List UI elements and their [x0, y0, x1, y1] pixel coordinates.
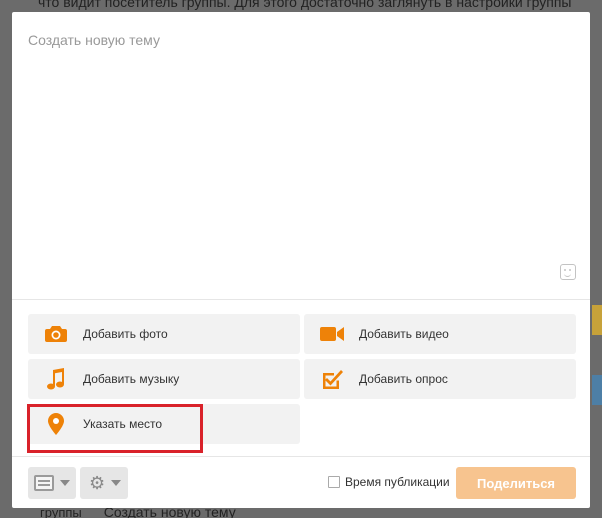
add-poll-label: Добавить опрос — [359, 372, 448, 386]
create-topic-modal: Создать новую тему Добавить фото Добавит… — [12, 12, 590, 508]
settings-dropdown[interactable]: ⚙ — [80, 467, 128, 499]
add-video-label: Добавить видео — [359, 327, 449, 341]
background-image-strip — [592, 375, 602, 405]
keyboard-icon — [34, 475, 54, 491]
add-poll-button[interactable]: Добавить опрос — [304, 359, 576, 399]
add-location-button[interactable]: Указать место — [28, 404, 300, 444]
smile-icon[interactable] — [560, 264, 576, 280]
chevron-down-icon — [111, 480, 122, 486]
poll-checkbox-icon — [320, 367, 344, 391]
add-music-button[interactable]: Добавить музыку — [28, 359, 300, 399]
music-note-icon — [44, 367, 68, 391]
camera-icon — [44, 322, 68, 346]
publish-time-toggle[interactable]: Время публикации — [328, 475, 450, 489]
video-camera-icon — [320, 322, 344, 346]
add-photo-button[interactable]: Добавить фото — [28, 314, 300, 354]
gear-icon: ⚙ — [89, 473, 106, 493]
text-format-dropdown[interactable] — [28, 467, 76, 499]
add-video-button[interactable]: Добавить видео — [304, 314, 576, 354]
publish-time-label: Время публикации — [345, 475, 450, 489]
topic-placeholder: Создать новую тему — [28, 32, 160, 48]
add-location-label: Указать место — [83, 417, 163, 431]
publish-time-checkbox[interactable] — [328, 476, 340, 488]
share-button[interactable]: Поделиться — [456, 467, 576, 499]
add-music-label: Добавить музыку — [83, 372, 180, 386]
map-pin-icon — [44, 412, 68, 436]
chevron-down-icon — [60, 480, 70, 486]
background-text: что видит посетитель группы. Для этого д… — [38, 0, 572, 10]
add-photo-label: Добавить фото — [83, 327, 168, 341]
modal-footer: ⚙ Время публикации Поделиться — [12, 456, 590, 508]
topic-editor[interactable]: Создать новую тему — [12, 12, 590, 300]
background-image-strip — [592, 305, 602, 335]
